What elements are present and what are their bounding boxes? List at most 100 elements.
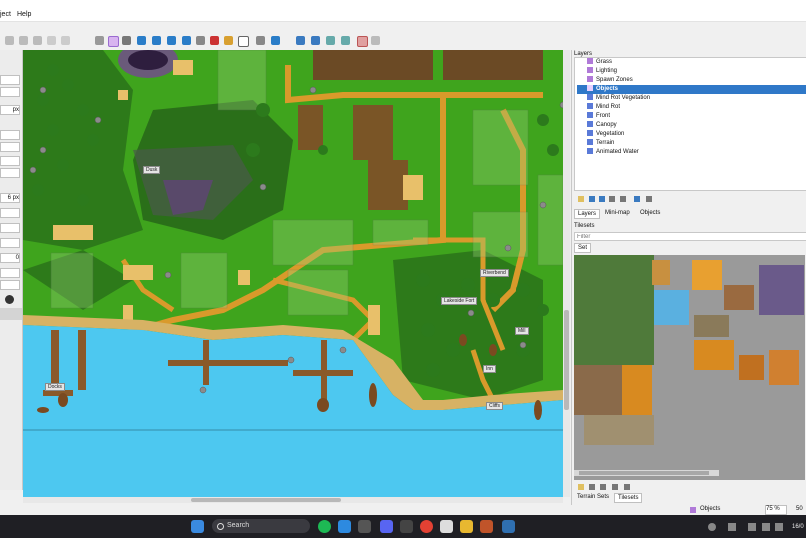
property-field[interactable]: 6 px: [0, 193, 20, 203]
insert-image-tool-icon[interactable]: [224, 36, 233, 45]
zoom-select[interactable]: 75 %: [765, 505, 787, 515]
taskbar-search-box[interactable]: Search: [212, 519, 310, 533]
flip-horizontal-icon[interactable]: [296, 36, 305, 45]
move-layer-down-icon[interactable]: [599, 196, 605, 202]
insert-template-tool-icon[interactable]: [196, 36, 205, 45]
insert-point-tool-icon[interactable]: [152, 36, 161, 45]
property-field[interactable]: [0, 268, 20, 278]
insert-polygon-tool-icon[interactable]: [182, 36, 191, 45]
embed-tileset-icon[interactable]: [589, 484, 595, 490]
world-tool-icon[interactable]: [256, 36, 265, 45]
map-label[interactable]: Dusk: [143, 166, 161, 174]
duplicate-layer-icon[interactable]: [609, 196, 615, 202]
layer-row[interactable]: Mind Rot Vegetation: [577, 94, 806, 103]
file-explorer-icon[interactable]: [460, 520, 473, 533]
tab-layers[interactable]: Layers: [574, 209, 601, 219]
property-field[interactable]: [0, 142, 20, 152]
menu-help[interactable]: Help: [17, 11, 31, 18]
current-layer-select[interactable]: Objects: [700, 506, 760, 512]
select-tool-icon[interactable]: [5, 36, 14, 45]
tileset-view[interactable]: [574, 255, 805, 480]
layer-row[interactable]: Terrain: [577, 139, 806, 148]
property-field[interactable]: [0, 280, 20, 290]
layer-row-selected[interactable]: Objects: [577, 85, 806, 94]
stamp-tool-icon[interactable]: [19, 36, 28, 45]
property-field[interactable]: [0, 223, 20, 233]
vertical-scroll-thumb[interactable]: [564, 310, 569, 410]
tray-icon[interactable]: [708, 523, 716, 531]
property-field[interactable]: [0, 156, 20, 166]
app-icon[interactable]: [358, 520, 371, 533]
map-label[interactable]: Mill: [515, 327, 529, 335]
chatgpt-icon[interactable]: [440, 520, 453, 533]
delete-layer-icon[interactable]: [620, 196, 626, 202]
new-layer-icon[interactable]: [578, 196, 584, 202]
tab-objects[interactable]: Objects: [637, 209, 663, 217]
tab-tilesets[interactable]: Tilesets: [614, 493, 643, 503]
layer-row[interactable]: Spawn Zones: [577, 76, 806, 85]
insert-ellipse-tool-icon[interactable]: [167, 36, 176, 45]
layer-row[interactable]: Lighting: [577, 67, 806, 76]
layer-row[interactable]: Vegetation: [577, 130, 806, 139]
wifi-icon[interactable]: [762, 523, 770, 531]
raise-object-icon[interactable]: [357, 36, 368, 47]
horizontal-scroll-thumb[interactable]: [191, 498, 341, 502]
show-layer-icon[interactable]: [634, 196, 640, 202]
tileset-filter-input[interactable]: [574, 232, 806, 241]
tab-terrain-sets[interactable]: Terrain Sets: [574, 493, 612, 501]
remove-tileset-icon[interactable]: [624, 484, 630, 490]
pointer-tool-icon[interactable]: [95, 36, 104, 45]
fill-tool-icon[interactable]: [47, 36, 56, 45]
discord-icon[interactable]: [380, 520, 393, 533]
move-layer-up-icon[interactable]: [589, 196, 595, 202]
taskbar-clock[interactable]: 16/0: [792, 524, 804, 530]
export-tileset-icon[interactable]: [600, 484, 606, 490]
rotate-left-icon[interactable]: [326, 36, 335, 45]
lower-object-icon[interactable]: [371, 36, 380, 45]
layer-row[interactable]: Animated Water: [577, 148, 806, 157]
insert-rect-tool-icon[interactable]: [137, 36, 146, 45]
menu-project[interactable]: ject: [0, 11, 11, 18]
map-vertical-scrollbar[interactable]: [563, 50, 570, 497]
insert-tile-tool-icon[interactable]: [210, 36, 219, 45]
map-label[interactable]: Cliffs: [486, 402, 504, 410]
windows-start-icon[interactable]: [191, 520, 204, 533]
edit-polygon-tool-icon[interactable]: [122, 36, 131, 45]
move-tool-icon[interactable]: [271, 36, 280, 45]
lock-layer-icon[interactable]: [646, 196, 652, 202]
property-field[interactable]: [0, 168, 20, 178]
app-icon[interactable]: [400, 520, 413, 533]
tab-tileset-set[interactable]: Set: [574, 243, 592, 253]
app-icon[interactable]: [480, 520, 493, 533]
layer-row[interactable]: Front: [577, 112, 806, 121]
remove-property-icon[interactable]: [5, 295, 14, 304]
object-select-tool-icon[interactable]: [108, 36, 119, 47]
map-label[interactable]: Inn: [483, 365, 496, 373]
property-field[interactable]: 0: [0, 253, 20, 263]
rotate-right-icon[interactable]: [341, 36, 350, 45]
edit-tileset-icon[interactable]: [612, 484, 618, 490]
new-tileset-icon[interactable]: [578, 484, 584, 490]
property-field[interactable]: [0, 75, 20, 85]
eraser-tool-icon[interactable]: [61, 36, 70, 45]
steam-icon[interactable]: [748, 523, 756, 531]
property-field[interactable]: [0, 238, 20, 248]
volume-icon[interactable]: [775, 523, 783, 531]
app-icon[interactable]: [338, 520, 351, 533]
property-field[interactable]: [0, 130, 20, 140]
layer-row[interactable]: Mind Rot: [577, 103, 806, 112]
tiled-icon[interactable]: [502, 520, 515, 533]
property-field[interactable]: [0, 87, 20, 97]
rect-tool-icon[interactable]: [33, 36, 42, 45]
layer-row[interactable]: Grass: [577, 58, 806, 67]
layer-row[interactable]: Canopy: [577, 121, 806, 130]
insert-text-tool-icon[interactable]: [238, 36, 249, 47]
map-label[interactable]: Lakeside Fort: [441, 297, 478, 305]
tray-icon[interactable]: [728, 523, 736, 531]
tab-mini-map[interactable]: Mini-map: [602, 209, 633, 217]
property-field[interactable]: [0, 208, 20, 218]
map-label[interactable]: Docks: [45, 383, 65, 391]
flip-vertical-icon[interactable]: [311, 36, 320, 45]
spotify-icon[interactable]: [318, 520, 331, 533]
property-field[interactable]: px: [0, 105, 20, 115]
